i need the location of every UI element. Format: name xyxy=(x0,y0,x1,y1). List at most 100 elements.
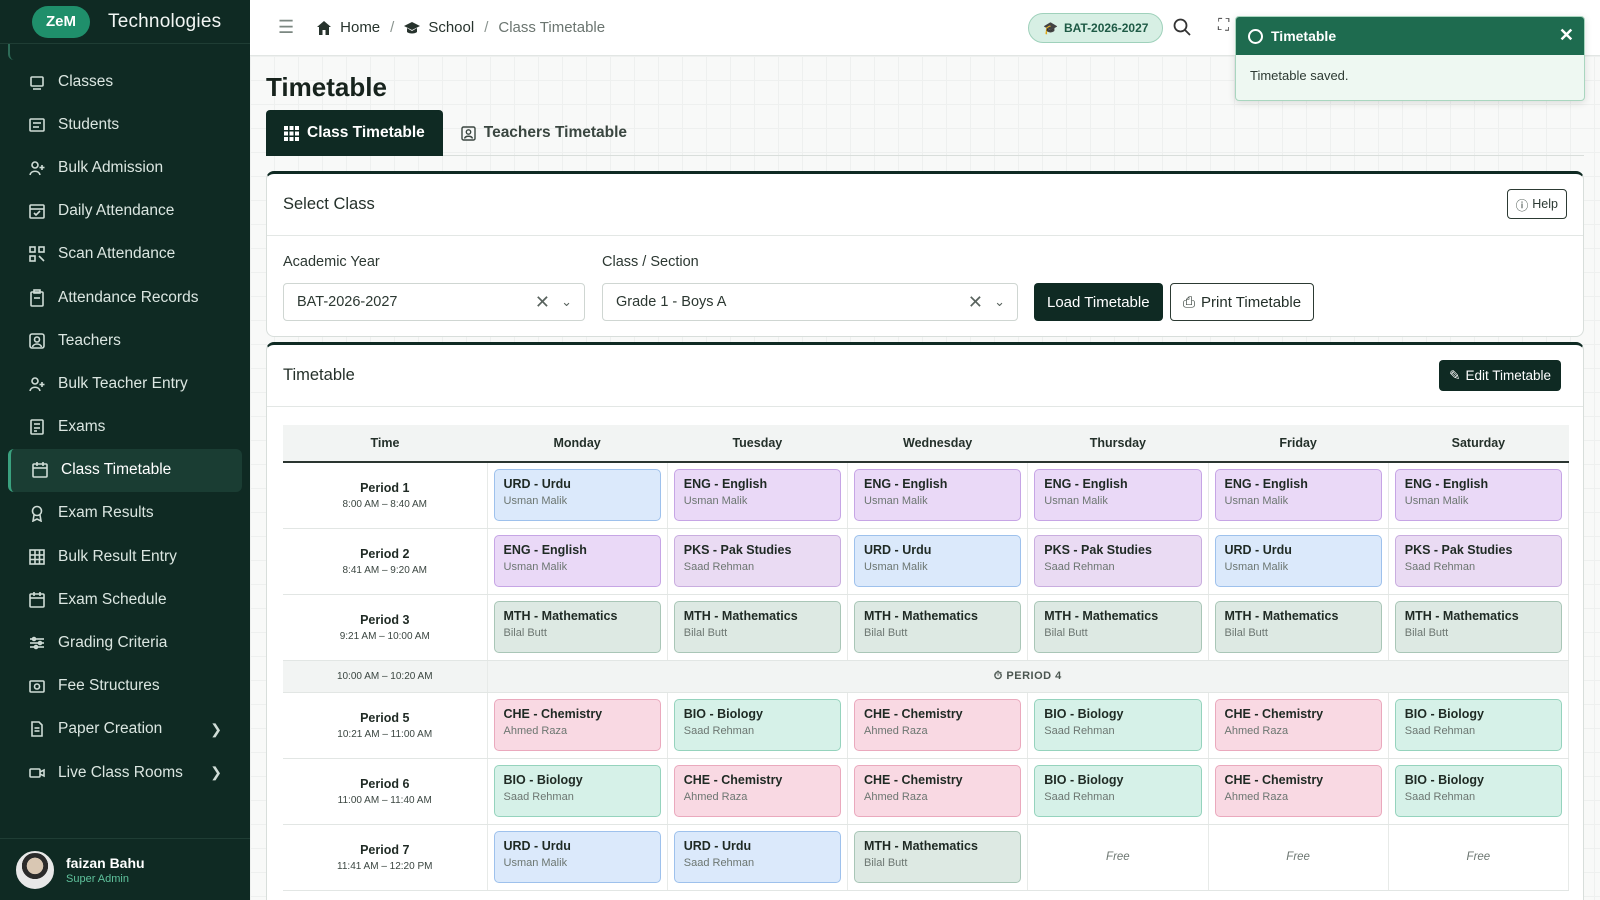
subject-slot[interactable]: CHE - Chemistry Ahmed Raza xyxy=(1214,765,1382,817)
breadcrumb-school[interactable]: School xyxy=(428,19,474,36)
sidebar-item-fee-structures[interactable]: Fee Structures xyxy=(0,665,250,708)
timetable-cell: ENG - English Usman Malik xyxy=(1208,462,1389,529)
sidebar-item-live-class-rooms[interactable]: Live Class Rooms ❯ xyxy=(0,751,250,794)
subject-slot[interactable]: ENG - English Usman Malik xyxy=(1214,469,1382,522)
free-slot[interactable]: Free xyxy=(1027,824,1209,891)
subject-slot[interactable]: URD - Urdu Saad Rehman xyxy=(673,831,841,883)
subject-slot[interactable]: MTH - Mathematics Bilal Butt xyxy=(854,601,1022,653)
sidebar-item-class-timetable[interactable]: Class Timetable xyxy=(8,448,242,492)
subject-slot[interactable]: MTH - Mathematics Bilal Butt xyxy=(1394,601,1562,653)
timetable-cell: MTH - Mathematics Bilal Butt xyxy=(1208,594,1389,661)
subject-slot[interactable]: MTH - Mathematics Bilal Butt xyxy=(493,601,661,653)
free-slot[interactable]: Free xyxy=(1208,824,1389,891)
fullscreen-icon[interactable]: ⛶ xyxy=(1218,17,1229,35)
tab-teachers-timetable[interactable]: Teachers Timetable xyxy=(443,110,645,156)
teacher-name: Usman Malik xyxy=(864,495,928,508)
select-class-card: Select Class ⓘ Help Academic Year BAT-20… xyxy=(266,171,1584,337)
help-button[interactable]: ⓘ Help xyxy=(1506,189,1567,219)
subject-slot[interactable]: MTH - Mathematics Bilal Butt xyxy=(854,831,1022,883)
subject-slot[interactable]: ENG - English Usman Malik xyxy=(1394,469,1562,522)
break-label: ⏱ PERIOD 4 xyxy=(487,660,1569,693)
period-name: Period 2 xyxy=(360,546,410,561)
timetable-cell: MTH - Mathematics Bilal Butt xyxy=(487,594,668,661)
subject-slot[interactable]: ENG - English Usman Malik xyxy=(493,535,661,587)
sidebar-item-bulk-result-entry[interactable]: Bulk Result Entry xyxy=(0,535,250,578)
close-icon[interactable]: ✕ xyxy=(1559,25,1574,46)
period-time: 11:41 AM – 12:20 PM xyxy=(337,860,433,872)
chevron-down-icon[interactable]: ⌄ xyxy=(994,294,1005,310)
subject-slot[interactable]: PKS - Pak Studies Saad Rehman xyxy=(1394,535,1562,587)
sidebar-item-exam-results[interactable]: Exam Results xyxy=(0,492,250,535)
subject-slot[interactable]: ENG - English Usman Malik xyxy=(1034,469,1202,522)
clear-icon[interactable]: ✕ xyxy=(968,292,983,313)
academic-year-badge[interactable]: 🎓 BAT-2026-2027 xyxy=(1028,13,1164,43)
subject-slot[interactable]: URD - Urdu Usman Malik xyxy=(493,831,661,883)
subject-slot[interactable]: PKS - Pak Studies Saad Rehman xyxy=(1034,535,1202,587)
subject-slot[interactable]: CHE - Chemistry Ahmed Raza xyxy=(854,699,1022,751)
sidebar-item-label: Attendance Records xyxy=(58,288,199,306)
sidebar-item-exams[interactable]: Exams xyxy=(0,406,250,449)
subject-slot[interactable]: CHE - Chemistry Ahmed Raza xyxy=(1214,699,1382,751)
academic-year-label: Academic Year xyxy=(283,254,380,270)
sidebar-item-label: Exams xyxy=(58,418,106,436)
sidebar-item-scan-attendance[interactable]: Scan Attendance xyxy=(0,233,250,276)
timetable-cell: BIO - Biology Saad Rehman xyxy=(1027,758,1209,825)
subject-slot[interactable]: BIO - Biology Saad Rehman xyxy=(1034,765,1202,817)
print-timetable-button[interactable]: ⎙ Print Timetable xyxy=(1170,283,1315,321)
sidebar-item-grading-criteria[interactable]: Grading Criteria xyxy=(0,621,250,664)
chevron-down-icon[interactable]: ⌄ xyxy=(561,294,572,310)
period-name: Period 1 xyxy=(360,480,410,495)
breadcrumb-home[interactable]: Home xyxy=(340,19,380,36)
sidebar-item-exam-schedule[interactable]: Exam Schedule xyxy=(0,578,250,621)
free-slot[interactable]: Free xyxy=(1388,824,1570,891)
edit-timetable-button[interactable]: ✎ Edit Timetable xyxy=(1439,360,1561,391)
timetable-cell: ENG - English Usman Malik xyxy=(847,462,1029,529)
teacher-name: Bilal Butt xyxy=(1404,627,1449,639)
subject-slot[interactable]: URD - Urdu Usman Malik xyxy=(1214,535,1382,587)
subject-slot[interactable]: PKS - Pak Studies Saad Rehman xyxy=(673,535,841,587)
sidebar-item-attendance-records[interactable]: Attendance Records xyxy=(0,276,250,319)
subject-slot[interactable]: BIO - Biology Saad Rehman xyxy=(493,765,661,817)
menu-toggle-icon[interactable]: ☰ xyxy=(278,17,294,38)
teacher-name: Saad Rehman xyxy=(1044,791,1115,803)
subject-slot[interactable]: CHE - Chemistry Ahmed Raza xyxy=(493,699,661,751)
subject-slot[interactable]: BIO - Biology Saad Rehman xyxy=(1034,699,1202,751)
sidebar-item-label: Live Class Rooms xyxy=(58,763,183,781)
subject-slot[interactable]: URD - Urdu Usman Malik xyxy=(493,469,661,522)
subject-slot[interactable]: BIO - Biology Saad Rehman xyxy=(673,699,841,751)
sidebar-item-students[interactable]: Students xyxy=(0,103,250,146)
tab-class-timetable[interactable]: Class Timetable xyxy=(266,110,443,156)
search-icon[interactable] xyxy=(1172,17,1192,37)
subject-slot[interactable]: CHE - Chemistry Ahmed Raza xyxy=(673,765,841,817)
chevron-right-icon[interactable]: ❯ xyxy=(210,764,222,781)
subject-slot[interactable]: URD - Urdu Usman Malik xyxy=(854,535,1022,587)
sidebar-item-paper-creation[interactable]: Paper Creation ❯ xyxy=(0,708,250,751)
academic-year-select[interactable]: BAT-2026-2027 ✕ ⌄ xyxy=(283,283,585,321)
subject-name: CHE - Chemistry xyxy=(864,773,963,787)
sidebar-item-daily-attendance[interactable]: Daily Attendance xyxy=(0,190,250,233)
load-timetable-button[interactable]: Load Timetable xyxy=(1034,283,1163,321)
sidebar-item-bulk-teacher-entry[interactable]: Bulk Teacher Entry xyxy=(0,362,250,405)
column-header-time: Time xyxy=(283,425,487,463)
clear-icon[interactable]: ✕ xyxy=(535,292,550,313)
subject-slot[interactable]: BIO - Biology Saad Rehman xyxy=(1394,765,1562,817)
timetable-cell: MTH - Mathematics Bilal Butt xyxy=(847,594,1029,661)
user-profile[interactable]: faizan Bahu Super Admin xyxy=(0,838,250,900)
sidebar-item-classes[interactable]: Classes xyxy=(0,60,250,103)
subject-slot[interactable]: BIO - Biology Saad Rehman xyxy=(1394,699,1562,751)
class-section-select[interactable]: Grade 1 - Boys A ✕ ⌄ xyxy=(602,283,1018,321)
subject-slot[interactable]: MTH - Mathematics Bilal Butt xyxy=(1214,601,1382,653)
subject-slot[interactable]: ENG - English Usman Malik xyxy=(854,469,1022,522)
sidebar-item-teachers[interactable]: Teachers xyxy=(0,319,250,362)
teacher-name: Bilal Butt xyxy=(864,627,908,639)
subject-slot[interactable]: MTH - Mathematics Bilal Butt xyxy=(673,601,841,653)
card-title: Select Class xyxy=(283,195,375,213)
subject-name: BIO - Biology xyxy=(503,773,583,787)
subject-slot[interactable]: MTH - Mathematics Bilal Butt xyxy=(1034,601,1202,653)
chevron-right-icon[interactable]: ❯ xyxy=(210,721,222,738)
sidebar-item-bulk-admission[interactable]: Bulk Admission xyxy=(0,146,250,189)
subject-name: ENG - English xyxy=(683,477,768,492)
subject-slot[interactable]: CHE - Chemistry Ahmed Raza xyxy=(854,765,1022,817)
subject-slot[interactable]: ENG - English Usman Malik xyxy=(673,469,841,522)
teacher-board-icon xyxy=(461,125,476,141)
